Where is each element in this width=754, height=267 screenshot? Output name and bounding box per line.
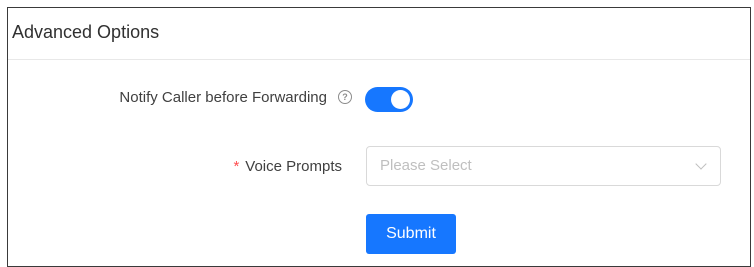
voice-prompts-label-text: Voice Prompts (245, 158, 342, 175)
voice-prompts-select[interactable]: Please Select (366, 146, 721, 186)
panel-title: Advanced Options (12, 22, 160, 42)
required-mark: * (233, 158, 240, 175)
notify-caller-toggle[interactable] (365, 87, 413, 112)
panel-header: Advanced Options (8, 8, 750, 60)
submit-button[interactable]: Submit (366, 214, 456, 254)
voice-prompts-label: * Voice Prompts (233, 157, 342, 177)
toggle-knob (391, 90, 410, 109)
chevron-down-icon (695, 158, 707, 170)
select-placeholder: Please Select (380, 157, 472, 174)
question-circle-icon[interactable]: ? (338, 90, 352, 104)
advanced-options-panel: Advanced Options Notify Caller before Fo… (7, 7, 751, 267)
notify-caller-label: Notify Caller before Forwarding (119, 89, 327, 106)
